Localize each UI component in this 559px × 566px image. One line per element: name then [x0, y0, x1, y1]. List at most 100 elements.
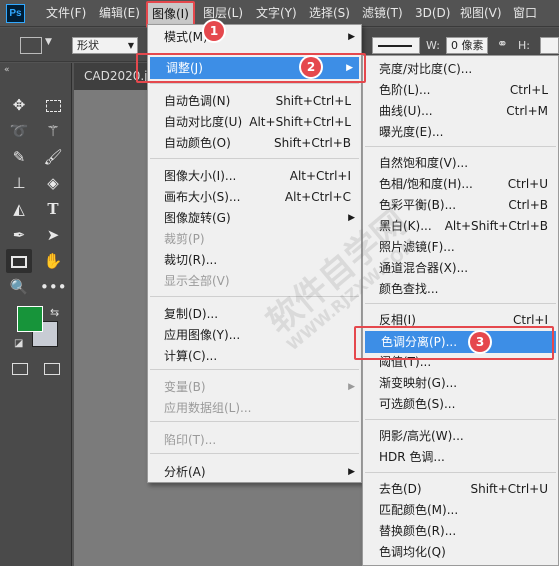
marquee-tool-icon[interactable] — [40, 93, 66, 117]
menu-type[interactable]: 文字(Y) — [256, 0, 297, 27]
menu-filter[interactable]: 滤镜(T) — [362, 0, 403, 27]
menu-separator — [150, 453, 359, 454]
image-menu-item-variables: 变量(B) ▶ — [148, 377, 361, 398]
menu-item-shortcut: Shift+Ctrl+B — [274, 136, 351, 150]
stroke-style-select[interactable] — [372, 37, 420, 54]
menu-view[interactable]: 视图(V) — [460, 0, 502, 27]
menu-item-label: 自动色调(N) — [164, 94, 231, 108]
adjust-menu-item-invert[interactable]: 反相(I) Ctrl+I — [363, 310, 558, 331]
width-label: W: — [426, 39, 440, 52]
lasso-tool-icon[interactable]: ➰ — [6, 119, 32, 143]
zoom-tool-icon[interactable]: 🔍 — [6, 275, 32, 299]
image-menu-item-apply-data-set: 应用数据组(L)... — [148, 398, 361, 419]
adjust-menu-item-exposure[interactable]: 曝光度(E)... — [363, 122, 558, 143]
image-menu-item-analysis[interactable]: 分析(A) ▶ — [148, 462, 361, 483]
adjust-menu-item-color-balance[interactable]: 色彩平衡(B)... Ctrl+B — [363, 195, 558, 216]
adjust-menu-item-brightness-contrast[interactable]: 亮度/对比度(C)... — [363, 59, 558, 80]
image-menu-item-apply-image[interactable]: 应用图像(Y)... — [148, 325, 361, 346]
rectangle-tool-icon[interactable] — [6, 249, 32, 273]
brush-icon[interactable]: 🖌 — [40, 145, 66, 169]
move-tool-icon[interactable]: ✥ — [6, 93, 32, 117]
menu-item-shortcut: Ctrl+U — [507, 177, 548, 191]
pen-tool-icon[interactable]: ✒ — [6, 223, 32, 247]
adjust-menu-item-photo-filter[interactable]: 照片滤镜(F)... — [363, 237, 558, 258]
adjust-menu-item-hue-saturation[interactable]: 色相/饱和度(H)... Ctrl+U — [363, 174, 558, 195]
eyedropper-icon[interactable]: ✎ — [6, 145, 32, 169]
quick-mask-icon[interactable] — [12, 363, 28, 375]
link-icon[interactable]: ⚭ — [497, 37, 508, 52]
eraser-icon[interactable]: ◈ — [40, 171, 66, 195]
foreground-color-swatch[interactable] — [17, 306, 43, 332]
adjust-menu-item-channel-mixer[interactable]: 通道混合器(X)... — [363, 258, 558, 279]
adjust-menu-item-equalize[interactable]: 色调均化(Q) — [363, 542, 558, 563]
adjust-menu-item-black-white[interactable]: 黑白(K)... Alt+Shift+Ctrl+B — [363, 216, 558, 237]
menu-window[interactable]: 窗口 — [513, 0, 537, 27]
stamp-tool-icon[interactable]: ⊥ — [6, 171, 32, 195]
document-tab[interactable]: CAD2020.jp — [74, 63, 156, 90]
image-menu-item-auto-contrast[interactable]: 自动对比度(U) Alt+Shift+Ctrl+L — [148, 112, 361, 133]
adjust-menu-item-levels[interactable]: 色阶(L)... Ctrl+L — [363, 80, 558, 101]
menu-item-label: 应用数据组(L)... — [164, 401, 252, 415]
image-menu-item-calculations[interactable]: 计算(C)... — [148, 346, 361, 367]
image-menu-item-canvas-size[interactable]: 画布大小(S)... Alt+Ctrl+C — [148, 187, 361, 208]
adjust-menu-item-color-lookup[interactable]: 颜色查找... — [363, 279, 558, 300]
menu-separator — [150, 296, 359, 297]
image-menu-item-crop: 裁剪(P) — [148, 229, 361, 250]
menu-separator — [150, 158, 359, 159]
shape-mode-select[interactable]: 形状 ▼ — [72, 37, 138, 54]
menu-item-label: 自动颜色(O) — [164, 136, 231, 150]
image-menu-item-auto-color[interactable]: 自动颜色(O) Shift+Ctrl+B — [148, 133, 361, 154]
chevron-down-icon: ▼ — [127, 41, 134, 50]
image-menu-item-image-rotation[interactable]: 图像旋转(G) ▶ — [148, 208, 361, 229]
adjust-menu-item-match-color[interactable]: 匹配颜色(M)... — [363, 500, 558, 521]
chevron-down-icon[interactable]: ▼ — [45, 37, 52, 47]
default-colors-icon[interactable]: ◪ — [14, 338, 23, 349]
menu-item-shortcut: Ctrl+I — [513, 313, 548, 327]
image-menu-item-mode[interactable]: 模式(M) ▶ — [148, 27, 361, 48]
adjust-menu-item-vibrance[interactable]: 自然饱和度(V)... — [363, 153, 558, 174]
adjust-menu-item-replace-color[interactable]: 替换颜色(R)... — [363, 521, 558, 542]
swap-colors-icon[interactable]: ⇆ — [50, 306, 59, 319]
menu-item-label: 复制(D)... — [164, 307, 219, 321]
tools-panel: « ✥ ➰ ⚚ ✎ 🖌 ⊥ ◈ ◭ T ✒ ➤ ✋ 🔍 ••• ⇆ ◪ — [0, 63, 72, 566]
menu-item-label: HDR 色调... — [379, 450, 445, 464]
height-input[interactable] — [540, 37, 559, 54]
paint-bucket-icon[interactable]: ◭ — [6, 197, 32, 221]
menu-item-label: 变量(B) — [164, 380, 206, 394]
adjust-menu-item-selective-color[interactable]: 可选颜色(S)... — [363, 394, 558, 415]
adjust-menu-item-posterize[interactable]: 色调分离(P)... — [365, 331, 556, 353]
menu-item-shortcut: Alt+Shift+Ctrl+B — [444, 219, 548, 233]
width-input[interactable]: 0 像素 — [446, 37, 488, 54]
menu-3d[interactable]: 3D(D) — [415, 0, 450, 27]
adjust-menu-item-curves[interactable]: 曲线(U)... Ctrl+M — [363, 101, 558, 122]
menu-separator — [365, 419, 556, 420]
menu-item-label: 阴影/高光(W)... — [379, 429, 464, 443]
image-menu-item-auto-tone[interactable]: 自动色调(N) Shift+Ctrl+L — [148, 91, 361, 112]
adjust-menu-item-threshold[interactable]: 阈值(T)... — [363, 352, 558, 373]
menu-item-label: 曝光度(E)... — [379, 125, 444, 139]
menu-select[interactable]: 选择(S) — [309, 0, 350, 27]
collapse-icon[interactable]: « — [4, 65, 10, 75]
menu-item-label: 黑白(K)... — [379, 219, 432, 233]
type-tool-icon[interactable]: T — [40, 197, 66, 221]
hand-tool-icon[interactable]: ✋ — [40, 249, 66, 273]
image-menu-item-duplicate[interactable]: 复制(D)... — [148, 304, 361, 325]
photoshop-logo: Ps — [6, 4, 25, 23]
image-menu-item-adjustments[interactable]: 调整(J) ▶ — [150, 57, 359, 79]
adjust-menu-item-hdr-toning[interactable]: HDR 色调... — [363, 447, 558, 468]
image-menu-item-trim[interactable]: 裁切(R)... — [148, 250, 361, 271]
adjust-menu-item-gradient-map[interactable]: 渐变映射(G)... — [363, 373, 558, 394]
screen-mode-icon[interactable] — [44, 363, 60, 375]
adjust-menu-item-desaturate[interactable]: 去色(D) Shift+Ctrl+U — [363, 479, 558, 500]
more-tools-icon[interactable]: ••• — [40, 275, 67, 299]
adjust-menu-item-shadows-highlights[interactable]: 阴影/高光(W)... — [363, 426, 558, 447]
menu-item-shortcut: Shift+Ctrl+L — [275, 94, 351, 108]
tool-preset-picker[interactable] — [20, 37, 42, 54]
menu-separator — [150, 83, 359, 84]
magic-wand-icon[interactable]: ⚚ — [40, 119, 66, 143]
menu-file[interactable]: 文件(F) — [46, 0, 86, 27]
menu-edit[interactable]: 编辑(E) — [99, 0, 140, 27]
image-menu-item-image-size[interactable]: 图像大小(I)... Alt+Ctrl+I — [148, 166, 361, 187]
menu-separator — [365, 472, 556, 473]
path-select-icon[interactable]: ➤ — [40, 223, 66, 247]
